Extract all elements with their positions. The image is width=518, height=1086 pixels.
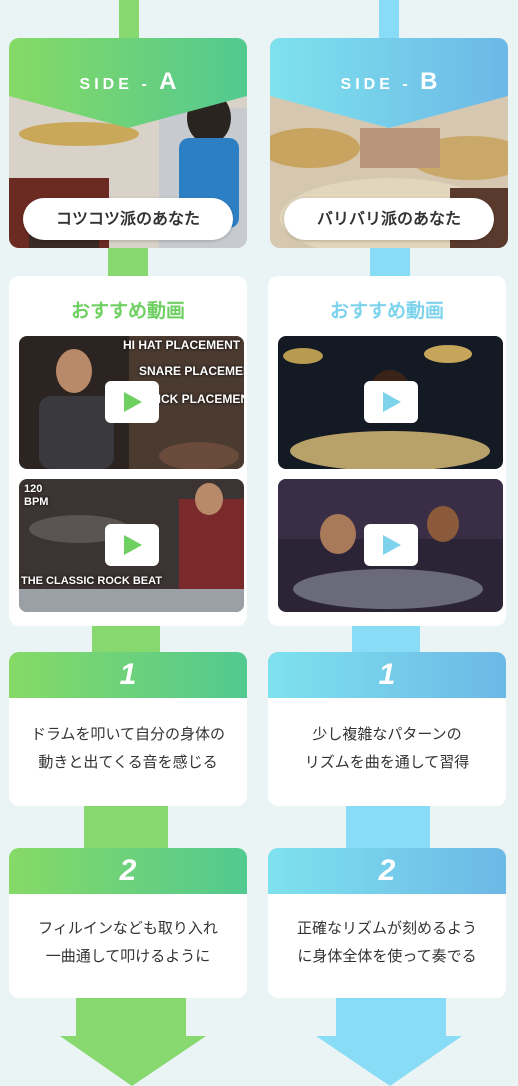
side-a-videos-title: おすすめ動画 [70,300,185,322]
side-a-banner [9,38,247,128]
step-description: 正確なリズムが刻めるよう に身体全体を使って奏でる [296,919,477,965]
video-overlay-text: 120 [24,483,43,495]
side-b-header: SIDE - B バリバリ派のあなた [270,38,508,248]
step-number: 2 [378,854,396,887]
play-icon [124,392,142,412]
play-button[interactable] [105,524,159,566]
connector-step-step-a [84,800,168,852]
connector-header-panel-b [370,248,410,276]
step-description: 少し複雑なパターンの リズムを曲を通して習得 [304,725,470,771]
side-b-banner [270,38,508,128]
video-overlay-text: BPM [24,496,49,508]
side-b-videos-title: おすすめ動画 [329,300,444,322]
side-a-video-1[interactable]: HI HAT PLACEMENT SNARE PLACEMENT KICK PL… [19,336,244,469]
connector-top-a [119,0,139,40]
down-arrow-icon [316,996,462,1086]
side-b-step-2: 2 正確なリズムが刻めるよう に身体全体を使って奏でる [268,848,506,998]
side-a-video-2[interactable]: 120 BPM THE CLASSIC ROCK BEAT [19,479,244,612]
video-overlay-text: THE CLASSIC ROCK BEAT [21,575,162,587]
side-b-video-2[interactable] [278,479,503,612]
step-description: フィルインなども取り入れ 一曲通して叩けるように [38,919,218,965]
side-a-type-pill: コツコツ派のあなた [23,198,233,240]
video-overlay-text: KICK PLACEMENT [149,392,244,406]
side-b-step-1: 1 少し複雑なパターンの リズムを曲を通して習得 [268,652,506,806]
side-a-label: SIDE - A [79,68,177,95]
connector-step-step-b [346,800,430,852]
video-overlay-text: SNARE PLACEMENT [139,364,244,378]
side-b-videos-panel: おすすめ動画 [268,276,506,626]
side-b-label: SIDE - B [340,68,438,95]
connector-header-panel-a [108,248,148,276]
connector-top-b [379,0,399,40]
step-number: 2 [119,854,137,887]
play-button[interactable] [105,381,159,423]
down-arrow-icon [60,996,206,1086]
play-button[interactable] [364,524,418,566]
play-button[interactable] [364,381,418,423]
side-b-video-1[interactable] [278,336,503,469]
play-icon [383,535,401,555]
side-a-videos-panel: おすすめ動画 HI HAT PLACEMENT SNARE PLACEMENT … [9,276,247,626]
play-icon [124,535,142,555]
side-a-header: SIDE - A コツコツ派のあなた [9,38,247,248]
video-overlay-text: HI HAT PLACEMENT [123,338,241,352]
step-number: 1 [119,658,137,691]
side-b-type-pill: バリバリ派のあなた [284,198,494,240]
side-a-step-1: 1 ドラムを叩いて自分の身体の 動きと出てくる音を感じる [9,652,247,806]
side-a-step-2: 2 フィルインなども取り入れ 一曲通して叩けるように [9,848,247,998]
play-icon [383,392,401,412]
step-number: 1 [378,658,396,691]
step-description: ドラムを叩いて自分の身体の 動きと出てくる音を感じる [30,725,226,771]
